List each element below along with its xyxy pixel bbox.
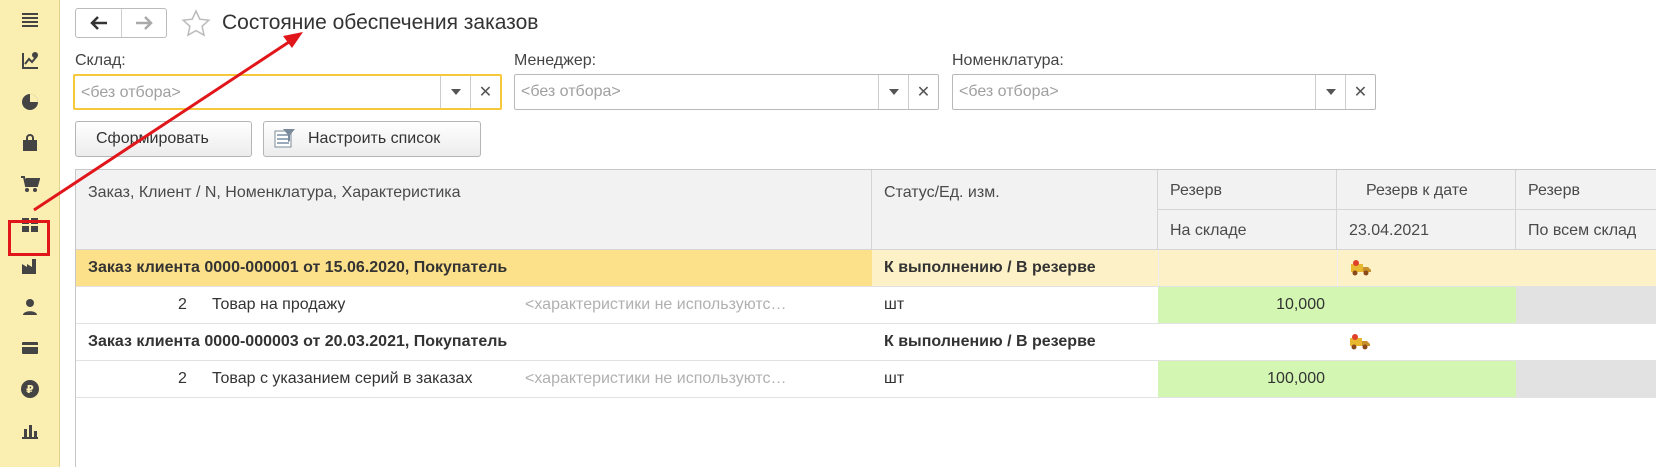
active-section-highlight [8,220,50,256]
nomenclature-filter-label: Номенклатура: [952,52,1064,69]
column-header-reserve-by-date[interactable]: Резерв к дате [1337,170,1516,210]
back-button[interactable] [76,9,121,37]
item-reserve-in-stock-cell: 10,000 [1158,287,1337,323]
generate-button[interactable]: Сформировать [75,121,252,157]
chevron-down-icon [1325,89,1336,95]
configure-list-button-label: Настроить список [308,130,441,147]
arrow-left-icon [89,16,107,30]
filter-settings-icon [274,129,295,148]
nomenclature-filter-field[interactable]: <без отбора> ✕ [952,74,1376,110]
svg-text:₽: ₽ [26,383,34,396]
item-reserve-all-cell [1516,287,1656,323]
item-unit-cell: шт [884,296,905,313]
item-reserve-date-cell [1337,361,1516,397]
shopping-bag-icon[interactable] [17,130,43,156]
column-header-date[interactable]: 23.04.2021 [1337,210,1516,250]
column-header-reserve-all[interactable]: Резерв [1516,170,1656,210]
factory-icon[interactable] [17,253,43,279]
table-row-item[interactable]: 2 Товар с указанием серий в заказах <хар… [76,361,1656,398]
warehouse-dropdown-button[interactable] [440,76,470,108]
navigation-buttons [75,8,167,38]
sections-panel: ₽ [0,0,60,467]
warehouse-filter-placeholder: <без отбора> [81,84,181,101]
generate-button-label: Сформировать [96,130,209,147]
delivery-truck-icon [1350,334,1370,350]
nomenclature-clear-button[interactable]: ✕ [1345,75,1375,109]
order-title-cell: Заказ клиента 0000-000003 от 20.03.2021,… [88,333,508,350]
manager-filter-field[interactable]: <без отбора> ✕ [514,74,939,110]
reserve-date-cell [1337,324,1516,360]
page-title: Состояние обеспечения заказов [222,11,539,34]
item-description-cell: 2 Товар на продажу <характеристики не ис… [178,296,787,313]
column-header-reserve[interactable]: Резерв [1158,170,1337,210]
item-description-cell: 2 Товар с указанием серий в заказах <хар… [178,370,787,387]
manager-filter-placeholder: <без отбора> [521,83,621,100]
forward-button[interactable] [121,9,166,37]
item-unit-cell: шт [884,370,905,387]
delivery-truck-icon [1351,260,1371,276]
favorite-star-icon[interactable] [180,8,212,40]
column-header-all-warehouses[interactable]: По всем склад [1516,210,1656,250]
order-title-cell: Заказ клиента 0000-000001 от 15.06.2020,… [76,250,872,286]
item-reserve-all-cell [1516,361,1656,397]
column-header-status[interactable]: Статус/Ед. изм. [872,170,1158,250]
warehouse-clear-button[interactable]: ✕ [470,76,500,108]
card-icon[interactable] [17,335,43,361]
pie-chart-icon[interactable] [17,89,43,115]
chevron-down-icon [450,89,461,95]
chevron-down-icon [888,89,899,95]
manager-clear-button[interactable]: ✕ [908,75,938,109]
table-row-order[interactable]: Заказ клиента 0000-000001 от 15.06.2020,… [76,250,1656,287]
ruble-icon[interactable]: ₽ [17,376,43,402]
menu-icon[interactable] [17,7,43,33]
order-status-cell: К выполнению / В резерве [872,250,1158,286]
item-reserve-in-stock-cell: 100,000 [1158,361,1337,397]
cart-icon[interactable] [17,171,43,197]
column-header-order[interactable]: Заказ, Клиент / N, Номенклатура, Характе… [76,170,872,250]
nomenclature-dropdown-button[interactable] [1315,75,1345,109]
manager-dropdown-button[interactable] [878,75,908,109]
bar-chart-icon[interactable] [17,417,43,443]
table-row-order[interactable]: Заказ клиента 0000-000003 от 20.03.2021,… [76,324,1656,361]
arrow-right-icon [136,16,153,30]
item-reserve-date-cell [1337,287,1516,323]
nomenclature-filter-placeholder: <без отбора> [959,83,1059,100]
warehouse-filter-field[interactable]: <без отбора> ✕ [73,74,502,110]
table-row-item[interactable]: 2 Товар на продажу <характеристики не ис… [76,287,1656,324]
orders-table: Заказ, Клиент / N, Номенклатура, Характе… [75,169,1656,467]
order-status-cell: К выполнению / В резерве [884,333,1096,350]
person-icon[interactable] [17,294,43,320]
stock-chart-icon[interactable] [17,48,43,74]
reserve-cell [1158,250,1337,286]
column-header-reserve-in-stock[interactable]: На складе [1158,210,1337,250]
warehouse-filter-label: Склад: [75,52,126,69]
reserve-date-cell [1337,250,1516,286]
configure-list-button[interactable]: Настроить список [263,121,481,157]
manager-filter-label: Менеджер: [514,52,597,69]
